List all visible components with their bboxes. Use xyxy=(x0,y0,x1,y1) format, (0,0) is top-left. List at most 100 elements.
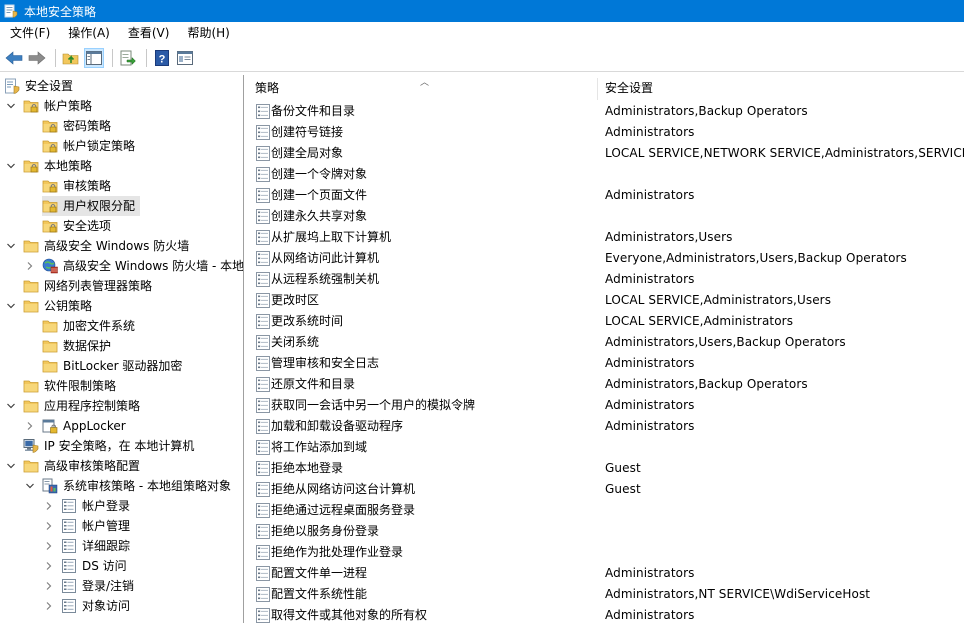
chevron-down-icon[interactable] xyxy=(4,396,18,416)
chevron-right-icon[interactable] xyxy=(42,576,56,596)
tree-item-content[interactable]: 高级审核策略配置 xyxy=(23,456,145,476)
chevron-right-icon[interactable] xyxy=(23,256,37,276)
policy-row[interactable]: 将工作站添加到域 xyxy=(248,437,964,458)
tree-item[interactable]: IP 安全策略，在 本地计算机 xyxy=(4,436,199,456)
chevron-down-icon[interactable] xyxy=(4,156,18,176)
chevron-down-icon[interactable] xyxy=(4,236,18,256)
column-header-policy[interactable]: 策略 xyxy=(248,75,596,101)
tree-item[interactable]: 用户权限分配 xyxy=(23,196,141,216)
tree-item[interactable]: DS 访问 xyxy=(42,556,132,576)
tree-item[interactable]: 公钥策略 xyxy=(4,296,97,316)
tree-item[interactable]: 数据保护 xyxy=(23,336,116,356)
policy-row[interactable]: 从扩展坞上取下计算机 Administrators,Users xyxy=(248,227,964,248)
tree-item[interactable]: 帐户锁定策略 xyxy=(23,136,140,156)
tree-item[interactable]: 详细跟踪 xyxy=(42,536,135,556)
policy-row[interactable]: 拒绝通过远程桌面服务登录 xyxy=(248,500,964,521)
policy-row[interactable]: 拒绝作为批处理作业登录 xyxy=(248,542,964,563)
tree-item-content[interactable]: 密码策略 xyxy=(42,116,116,136)
policy-row[interactable]: 更改系统时间 LOCAL SERVICE,Administrators xyxy=(248,311,964,332)
tree-item[interactable]: 本地策略 xyxy=(4,156,97,176)
tree-item[interactable]: 帐户登录 xyxy=(42,496,135,516)
policy-row[interactable]: 创建一个页面文件 Administrators xyxy=(248,185,964,206)
policy-row[interactable]: 配置文件单一进程 Administrators xyxy=(248,563,964,584)
tree-item[interactable]: 审核策略 xyxy=(23,176,116,196)
policy-row[interactable]: 关闭系统 Administrators,Users,Backup Operator… xyxy=(248,332,964,353)
policy-row[interactable]: 拒绝从网络访问这台计算机 Guest xyxy=(248,479,964,500)
chevron-right-icon[interactable] xyxy=(42,596,56,616)
tree-item-content[interactable]: 应用程序控制策略 xyxy=(23,396,145,416)
tree-item-content[interactable]: 详细跟踪 xyxy=(61,536,135,556)
policy-row[interactable]: 创建一个令牌对象 xyxy=(248,164,964,185)
tree-item[interactable]: BitLocker 驱动器加密 xyxy=(23,356,187,376)
tree-item-content[interactable]: 公钥策略 xyxy=(23,296,97,316)
forward-button[interactable] xyxy=(27,48,47,68)
policy-row[interactable]: 获取同一会话中另一个用户的模拟令牌 Administrators xyxy=(248,395,964,416)
policy-row[interactable]: 创建符号链接 Administrators xyxy=(248,122,964,143)
policy-row[interactable]: 配置文件系统性能 Administrators,NT SERVICE\WdiSer… xyxy=(248,584,964,605)
policy-row[interactable]: 更改时区 LOCAL SERVICE,Administrators,Users xyxy=(248,290,964,311)
tree-item-content[interactable]: 帐户登录 xyxy=(61,496,135,516)
policy-row[interactable]: 创建永久共享对象 xyxy=(248,206,964,227)
tree-item-content[interactable]: 高级安全 Windows 防火墙 xyxy=(23,236,194,256)
policy-row[interactable]: 从网络访问此计算机 Everyone,Administrators,Users,B… xyxy=(248,248,964,269)
tree-item-content[interactable]: 网络列表管理器策略 xyxy=(23,276,157,296)
tree-item[interactable]: 高级安全 Windows 防火墙 xyxy=(4,236,194,256)
chevron-right-icon[interactable] xyxy=(42,516,56,536)
tree-item[interactable]: 安全设置 xyxy=(4,76,78,96)
tree-item-content[interactable]: 帐户锁定策略 xyxy=(42,136,140,156)
title-bar[interactable]: 本地安全策略 xyxy=(0,0,964,22)
column-header-setting[interactable]: 安全设置 xyxy=(598,75,964,101)
help-button[interactable]: ? xyxy=(152,48,172,68)
navigation-tree[interactable]: 安全设置 帐户策略 密码策略 帐户锁定策略 本地策略 审核策略 用户权限分配 安全选项 高级安全… xyxy=(0,75,244,623)
chevron-down-icon[interactable] xyxy=(23,476,37,496)
tree-item-content[interactable]: 帐户策略 xyxy=(23,96,97,116)
tree-item-content[interactable]: 帐户管理 xyxy=(61,516,135,536)
tree-item-content[interactable]: 对象访问 xyxy=(61,596,135,616)
chevron-down-icon[interactable] xyxy=(4,296,18,316)
policy-row[interactable]: 创建全局对象 LOCAL SERVICE,NETWORK SERVICE,Admi… xyxy=(248,143,964,164)
policy-row[interactable]: 取得文件或其他对象的所有权 Administrators xyxy=(248,605,964,623)
tree-item-content[interactable]: 登录/注销 xyxy=(61,576,139,596)
chevron-down-icon[interactable] xyxy=(4,96,18,116)
tree-item[interactable]: 软件限制策略 xyxy=(4,376,121,396)
menu-action[interactable]: 操作(A) xyxy=(58,22,118,44)
policy-row[interactable]: 拒绝本地登录 Guest xyxy=(248,458,964,479)
tree-item-content[interactable]: IP 安全策略，在 本地计算机 xyxy=(23,436,199,456)
tree-item[interactable]: 加密文件系统 xyxy=(23,316,140,336)
tree-item[interactable]: 应用程序控制策略 xyxy=(4,396,145,416)
tree-item[interactable]: 登录/注销 xyxy=(42,576,139,596)
policy-list[interactable]: ︿ 策略 安全设置 备份文件和目录 Administrators,Backup O… xyxy=(248,75,964,623)
up-one-level-button[interactable] xyxy=(61,48,81,68)
policy-row[interactable]: 管理审核和安全日志 Administrators xyxy=(248,353,964,374)
tree-item-content[interactable]: BitLocker 驱动器加密 xyxy=(42,356,187,376)
tree-item-content[interactable]: 加密文件系统 xyxy=(42,316,140,336)
policy-row[interactable]: 还原文件和目录 Administrators,Backup Operators xyxy=(248,374,964,395)
chevron-right-icon[interactable] xyxy=(42,556,56,576)
tree-item-content[interactable]: 本地策略 xyxy=(23,156,97,176)
tree-item[interactable]: 安全选项 xyxy=(23,216,116,236)
policy-row[interactable]: 从远程系统强制关机 Administrators xyxy=(248,269,964,290)
tree-item-content[interactable]: AppLocker xyxy=(42,416,131,436)
tree-item-content[interactable]: 高级安全 Windows 防火墙 - 本地 xyxy=(42,256,243,276)
tree-item[interactable]: 高级安全 Windows 防火墙 - 本地 xyxy=(23,256,243,276)
export-list-button[interactable] xyxy=(118,48,138,68)
menu-file[interactable]: 文件(F) xyxy=(0,22,58,44)
tree-item-content[interactable]: 安全设置 xyxy=(4,76,78,96)
policy-row[interactable]: 备份文件和目录 Administrators,Backup Operators xyxy=(248,101,964,122)
menu-view[interactable]: 查看(V) xyxy=(118,22,178,44)
show-hide-tree-button[interactable] xyxy=(84,47,104,68)
tree-item-content[interactable]: 审核策略 xyxy=(42,176,116,196)
tree-item[interactable]: 高级审核策略配置 xyxy=(4,456,145,476)
menu-help[interactable]: 帮助(H) xyxy=(177,22,237,44)
back-button[interactable] xyxy=(4,48,24,68)
chevron-right-icon[interactable] xyxy=(42,496,56,516)
chevron-right-icon[interactable] xyxy=(42,536,56,556)
tree-item-content[interactable]: 用户权限分配 xyxy=(42,196,141,216)
tree-item[interactable]: 系统审核策略 - 本地组策略对象 xyxy=(23,476,236,496)
tree-item-content[interactable]: 数据保护 xyxy=(42,336,116,356)
chevron-right-icon[interactable] xyxy=(23,416,37,436)
tree-item-content[interactable]: 系统审核策略 - 本地组策略对象 xyxy=(42,476,236,496)
tree-item[interactable]: 密码策略 xyxy=(23,116,116,136)
policy-row[interactable]: 拒绝以服务身份登录 xyxy=(248,521,964,542)
properties-button[interactable] xyxy=(175,48,195,68)
